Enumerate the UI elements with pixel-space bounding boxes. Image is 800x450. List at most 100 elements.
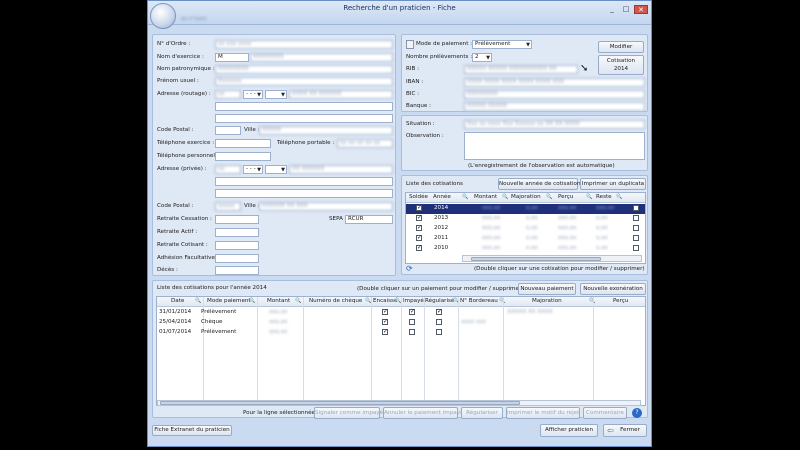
- col-soldee[interactable]: Soldée: [409, 193, 428, 203]
- adresse-privee-voie-type[interactable]: ▼: [265, 165, 287, 174]
- observation-textarea[interactable]: [464, 132, 645, 160]
- col-date[interactable]: Date: [171, 297, 184, 307]
- encaisse-checkbox[interactable]: ✓: [382, 329, 388, 335]
- cotisation-2014-button[interactable]: Cotisation 2014: [598, 55, 644, 75]
- adresse-routage-line2[interactable]: [215, 102, 393, 111]
- regularise-checkbox[interactable]: ✓: [436, 309, 442, 315]
- row-checkbox[interactable]: [633, 215, 639, 221]
- col-majoration[interactable]: Majoration: [511, 193, 541, 203]
- imprimer-motif-button[interactable]: Imprimer le motif du rejet: [506, 407, 580, 419]
- cotisation-row[interactable]: ✓ 2011 xxx,xx x,xx xxx,xx x,xx: [406, 234, 645, 244]
- minimize-icon[interactable]: _: [607, 5, 617, 14]
- ordre-field[interactable]: xx xxx xxxx: [215, 40, 393, 49]
- imprimer-duplicata-button[interactable]: Imprimer un duplicata: [580, 178, 646, 190]
- nom-exercice-field[interactable]: XXXXXXXX: [250, 53, 393, 62]
- col-reste[interactable]: Reste: [596, 193, 612, 203]
- rib-field[interactable]: XXXXX XXXXX XXXXXXXXXX XX: [464, 65, 578, 74]
- search-icon[interactable]: 🔍: [546, 194, 552, 200]
- adresse-routage-voie-type[interactable]: ▼: [265, 90, 287, 99]
- search-icon[interactable]: 🔍: [502, 194, 508, 200]
- encaisse-checkbox[interactable]: ✓: [382, 309, 388, 315]
- refresh-icon[interactable]: ⟳: [406, 264, 413, 273]
- search-icon[interactable]: 🔍: [462, 194, 468, 200]
- impaye-checkbox[interactable]: [409, 329, 415, 335]
- cotisation-row[interactable]: ✓ 2010 xxx,xx x,xx xxx,xx x,xx: [406, 244, 645, 254]
- search-icon[interactable]: 🔍: [295, 298, 301, 304]
- paiement-row[interactable]: 25/04/2014 Chèque xxx,xx xxxx xxx ✓: [157, 318, 645, 328]
- help-icon[interactable]: ?: [632, 408, 642, 418]
- fiche-extranet-button[interactable]: Fiche Extranet du praticien: [152, 425, 232, 436]
- regulariser-button[interactable]: Régulariser: [461, 407, 503, 419]
- col-annee[interactable]: Année: [433, 193, 451, 203]
- regularise-checkbox[interactable]: [436, 319, 442, 325]
- afficher-praticien-button[interactable]: Afficher praticien: [540, 424, 598, 437]
- adresse-routage-line3[interactable]: [215, 114, 393, 123]
- fermer-button[interactable]: ⇦ Fermer: [603, 424, 647, 437]
- cotisations-hscroll-thumb[interactable]: [471, 257, 601, 261]
- adresse-privee-line3[interactable]: [215, 189, 393, 198]
- sepa-field[interactable]: RCUR: [345, 215, 393, 224]
- row-checkbox[interactable]: [633, 205, 639, 211]
- close-icon[interactable]: ✕: [634, 5, 648, 14]
- paiements-hscroll-thumb[interactable]: [160, 401, 520, 405]
- row-checkbox[interactable]: [633, 225, 639, 231]
- encaisse-checkbox[interactable]: ✓: [382, 319, 388, 325]
- annuler-impaye-button[interactable]: Annuler le paiement impayé: [383, 407, 463, 419]
- soldee-checkbox[interactable]: ✓: [416, 215, 422, 221]
- nouveau-paiement-button[interactable]: Nouveau paiement: [518, 283, 576, 295]
- tel-exercice-field[interactable]: [215, 139, 271, 148]
- maximize-icon[interactable]: □: [621, 5, 631, 14]
- col-encaisse[interactable]: Encaissé: [373, 297, 397, 307]
- col-percu-paiement[interactable]: Perçu: [613, 297, 628, 307]
- situation-field[interactable]: Xxx xx xxxx Xxx Xxxxxx xx XX XX XXXX: [464, 120, 645, 129]
- adresse-routage-voie[interactable]: XXXX XX XXXXXX: [289, 90, 393, 99]
- mode-paiement-select[interactable]: Prélèvement ▼: [472, 40, 532, 49]
- arrow-down-icon[interactable]: ➘: [580, 63, 588, 74]
- retraite-cessation-field[interactable]: [215, 215, 259, 224]
- commentaire-button[interactable]: Commentaire: [583, 407, 627, 419]
- nb-prelev-select[interactable]: 2 ▼: [472, 53, 492, 62]
- adresse-privee-line2[interactable]: [215, 177, 393, 186]
- paiement-row[interactable]: 31/01/2014 Prélèvement xxx,xx XXXXX XX XXXX…: [157, 308, 645, 318]
- cotisations-hscroll[interactable]: [462, 255, 642, 262]
- row-checkbox[interactable]: [633, 245, 639, 251]
- col-regularise[interactable]: Régularisé: [425, 297, 454, 307]
- adresse-routage-type[interactable]: - - - ▼: [243, 90, 263, 99]
- col-montant-paiement[interactable]: Montant: [267, 297, 290, 307]
- ville-field[interactable]: XXXXX: [259, 126, 393, 135]
- adresse-privee-num[interactable]: xx: [215, 165, 241, 174]
- nouvelle-annee-button[interactable]: Nouvelle année de cotisation: [498, 178, 580, 190]
- nouvelle-exoneration-button[interactable]: Nouvelle exonération: [580, 283, 646, 295]
- modifier-button[interactable]: Modifier: [598, 41, 644, 53]
- paiement-row[interactable]: 01/07/2014 Prélèvement xxx,xx ✓: [157, 328, 645, 338]
- search-icon[interactable]: 🔍: [249, 298, 255, 304]
- bic-field[interactable]: XXXXXXXX: [464, 90, 645, 99]
- col-bordereau[interactable]: N° Bordereau: [460, 297, 498, 307]
- col-percu[interactable]: Perçu: [558, 193, 573, 203]
- col-numero-cheque[interactable]: Numéro de chèque: [309, 297, 362, 307]
- col-mode-paiement[interactable]: Mode paiement: [207, 297, 251, 307]
- code-postal-field[interactable]: [215, 126, 241, 135]
- search-icon[interactable]: 🔍: [586, 194, 592, 200]
- search-icon[interactable]: 🔍: [616, 194, 622, 200]
- retraite-cotisant-field[interactable]: [215, 241, 259, 250]
- nom-patro-field[interactable]: XXXXXXXX: [215, 65, 393, 74]
- impaye-checkbox[interactable]: ✓: [409, 309, 415, 315]
- tel-personnel-field[interactable]: [215, 152, 271, 161]
- adresse-privee-voie[interactable]: XX XXXXXX: [289, 165, 393, 174]
- soldee-checkbox[interactable]: ✓: [416, 245, 422, 251]
- paiements-hscroll[interactable]: [157, 400, 641, 406]
- iban-field[interactable]: XXXX XXXX XXXX XXXX XXXX XXX: [464, 78, 645, 87]
- col-montant[interactable]: Montant: [474, 193, 497, 203]
- ville2-field[interactable]: XXXXXX XX XXX: [259, 202, 393, 211]
- cotisation-row[interactable]: ✓ 2013 xxx,xx x,xx xxx,xx x,xx: [406, 214, 645, 224]
- banque-field[interactable]: XXXXX XXXXX: [464, 102, 645, 111]
- cotisation-row[interactable]: ✓ 2014 xxx,xx x,xx xxx,xx xxx,xx: [406, 204, 645, 214]
- adhesion-field[interactable]: [215, 254, 259, 263]
- soldee-checkbox[interactable]: ✓: [416, 225, 422, 231]
- row-checkbox[interactable]: [633, 235, 639, 241]
- tel-portable-field[interactable]: xx xx xx xx xx: [337, 139, 393, 148]
- adresse-privee-type[interactable]: - - - ▼: [243, 165, 263, 174]
- civilite-field[interactable]: M: [215, 53, 249, 62]
- soldee-checkbox[interactable]: ✓: [416, 205, 422, 211]
